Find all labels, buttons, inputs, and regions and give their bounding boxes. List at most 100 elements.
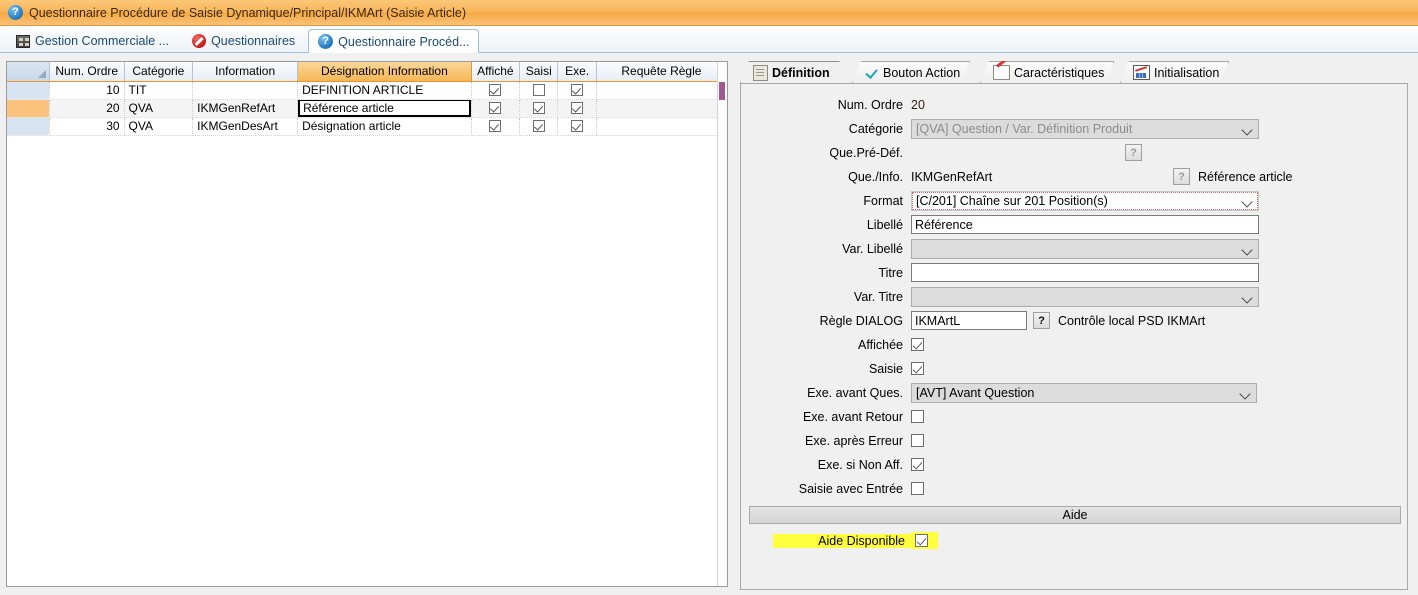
document-tab-label: Questionnaire Procéd... — [338, 35, 469, 49]
cell-affiche[interactable] — [471, 99, 519, 117]
label-var-titre: Var. Titre — [741, 290, 911, 304]
cell-affiche[interactable] — [471, 81, 519, 99]
field-exe-si-non-aff: Exe. si Non Aff. — [741, 454, 1407, 475]
checkbox-exe-apres-erreur[interactable] — [911, 434, 924, 447]
grid-header-requete-regle[interactable]: Requête Règle — [596, 62, 726, 81]
cell-designation-editing[interactable]: Référence article — [298, 99, 472, 117]
checkbox-exe[interactable] — [571, 120, 583, 132]
grid-header-saisi[interactable]: Saisi — [520, 62, 558, 81]
cell-requete-regle[interactable] — [596, 99, 726, 117]
grid-header-selector[interactable] — [7, 62, 49, 81]
note-regle-dialog: Contrôle local PSD IKMArt — [1058, 314, 1205, 328]
checkbox-saisi[interactable] — [533, 102, 545, 114]
cell-exe[interactable] — [558, 117, 596, 135]
cell-designation[interactable]: Désignation article — [298, 117, 472, 135]
checkbox-saisi[interactable] — [533, 120, 545, 132]
field-var-titre: Var. Titre — [741, 286, 1407, 307]
value-num-ordre: 20 — [911, 98, 925, 112]
checkbox-affiche[interactable] — [489, 120, 501, 132]
document-tab-questionnaires[interactable]: Questionnaires — [182, 29, 305, 52]
select-var-libelle[interactable] — [911, 239, 1259, 259]
window-title: Questionnaire Procédure de Saisie Dynami… — [29, 6, 466, 20]
cell-saisi[interactable] — [520, 99, 558, 117]
cell-categorie[interactable]: QVA — [124, 117, 193, 135]
table-row[interactable]: 10 TIT DEFINITION ARTICLE — [7, 81, 727, 99]
checkbox-saisie-avec-entree[interactable] — [911, 482, 924, 495]
cell-designation[interactable]: DEFINITION ARTICLE — [298, 81, 472, 99]
checkbox-saisie[interactable] — [911, 362, 924, 375]
section-header-aide: Aide — [749, 506, 1401, 524]
label-saisie: Saisie — [741, 362, 911, 376]
checkbox-affiche[interactable] — [489, 102, 501, 114]
grid-header-categorie[interactable]: Catégorie — [124, 62, 193, 81]
checkbox-exe[interactable] — [571, 84, 583, 96]
grid-header-exe[interactable]: Exe. — [558, 62, 596, 81]
grid-header-num-ordre[interactable]: Num. Ordre — [49, 62, 124, 81]
questionnaire-grid[interactable]: Num. Ordre Catégorie Information Désigna… — [6, 61, 728, 587]
help-button-que-info[interactable]: ? — [1173, 168, 1190, 185]
cell-num-ordre[interactable]: 10 — [49, 81, 124, 99]
cell-saisi[interactable] — [520, 81, 558, 99]
cell-editor[interactable]: Référence article — [298, 99, 471, 117]
cell-categorie[interactable]: QVA — [124, 99, 193, 117]
cell-requete-regle[interactable] — [596, 117, 726, 135]
row-selector[interactable] — [7, 81, 49, 99]
help-button-regle-dialog[interactable]: ? — [1033, 312, 1050, 329]
input-libelle[interactable]: Référence — [911, 215, 1259, 234]
field-regle-dialog: Règle DIALOG IKMArtL ? Contrôle local PS… — [741, 310, 1407, 331]
cell-information[interactable]: IKMGenDesArt — [193, 117, 298, 135]
grid-header-information[interactable]: Information — [193, 62, 298, 81]
cell-num-ordre[interactable]: 20 — [49, 99, 124, 117]
tab-initialisation[interactable]: Initialisation — [1120, 61, 1229, 83]
checkbox-affichee[interactable] — [911, 338, 924, 351]
input-titre[interactable] — [911, 263, 1259, 282]
field-saisie: Saisie — [741, 358, 1407, 379]
row-selector[interactable] — [7, 117, 49, 135]
scrollbar-thumb[interactable] — [719, 82, 725, 100]
checkbox-saisi[interactable] — [533, 84, 545, 96]
cell-information[interactable] — [193, 81, 298, 99]
label-format: Format — [741, 194, 911, 208]
select-categorie[interactable]: [QVA] Question / Var. Définition Produit — [911, 119, 1259, 139]
cell-requete-regle[interactable] — [596, 81, 726, 99]
row-selector-active[interactable] — [7, 99, 49, 117]
checkbox-aide-disponible[interactable] — [915, 534, 928, 547]
tab-bouton-action[interactable]: Bouton Action — [852, 61, 970, 83]
document-tab-label: Gestion Commerciale ... — [35, 34, 169, 48]
field-num-ordre: Num. Ordre 20 — [741, 94, 1407, 115]
checkbox-exe-si-non-aff[interactable] — [911, 458, 924, 471]
checkbox-exe[interactable] — [571, 102, 583, 114]
label-libelle: Libellé — [741, 218, 911, 232]
detail-panel: Définition Bouton Action Caractéristique… — [736, 61, 1412, 591]
grid-header-affiche[interactable]: Affiché — [471, 62, 519, 81]
field-titre: Titre — [741, 262, 1407, 283]
checkbox-exe-avant-retour[interactable] — [911, 410, 924, 423]
cell-saisi[interactable] — [520, 117, 558, 135]
checkbox-affiche[interactable] — [489, 84, 501, 96]
document-tab-questionnaire-procedure[interactable]: ? Questionnaire Procéd... — [308, 29, 479, 53]
tab-caracteristiques[interactable]: Caractéristiques — [980, 61, 1114, 83]
cell-categorie[interactable]: TIT — [124, 81, 193, 99]
cell-exe[interactable] — [558, 99, 596, 117]
grid-vertical-scrollbar[interactable] — [717, 62, 727, 586]
help-button-que-pre-def[interactable]: ? — [1125, 144, 1142, 161]
cell-affiche[interactable] — [471, 117, 519, 135]
tab-definition[interactable]: Définition — [740, 61, 840, 83]
select-format[interactable]: [C/201] Chaîne sur 201 Position(s) — [911, 191, 1259, 211]
grid-header-designation-information[interactable]: Désignation Information — [298, 62, 472, 81]
cell-exe[interactable] — [558, 81, 596, 99]
label-exe-avant-retour: Exe. avant Retour — [741, 410, 911, 424]
input-regle-dialog[interactable]: IKMArtL — [911, 311, 1027, 330]
select-exe-avant-ques[interactable]: [AVT] Avant Question — [911, 383, 1257, 403]
document-tab-strip: Gestion Commerciale ... Questionnaires ?… — [0, 26, 1418, 53]
tab-label: Bouton Action — [883, 66, 960, 80]
definition-form: Num. Ordre 20 Catégorie [QVA] Question /… — [741, 84, 1407, 589]
label-exe-apres-erreur: Exe. après Erreur — [741, 434, 911, 448]
document-tab-gestion-commerciale[interactable]: Gestion Commerciale ... — [6, 29, 179, 52]
table-row[interactable]: 30 QVA IKMGenDesArt Désignation article — [7, 117, 727, 135]
chart-icon — [1133, 65, 1150, 80]
cell-information[interactable]: IKMGenRefArt — [193, 99, 298, 117]
cell-num-ordre[interactable]: 30 — [49, 117, 124, 135]
select-var-titre[interactable] — [911, 287, 1259, 307]
table-row[interactable]: 20 QVA IKMGenRefArt Référence article — [7, 99, 727, 117]
